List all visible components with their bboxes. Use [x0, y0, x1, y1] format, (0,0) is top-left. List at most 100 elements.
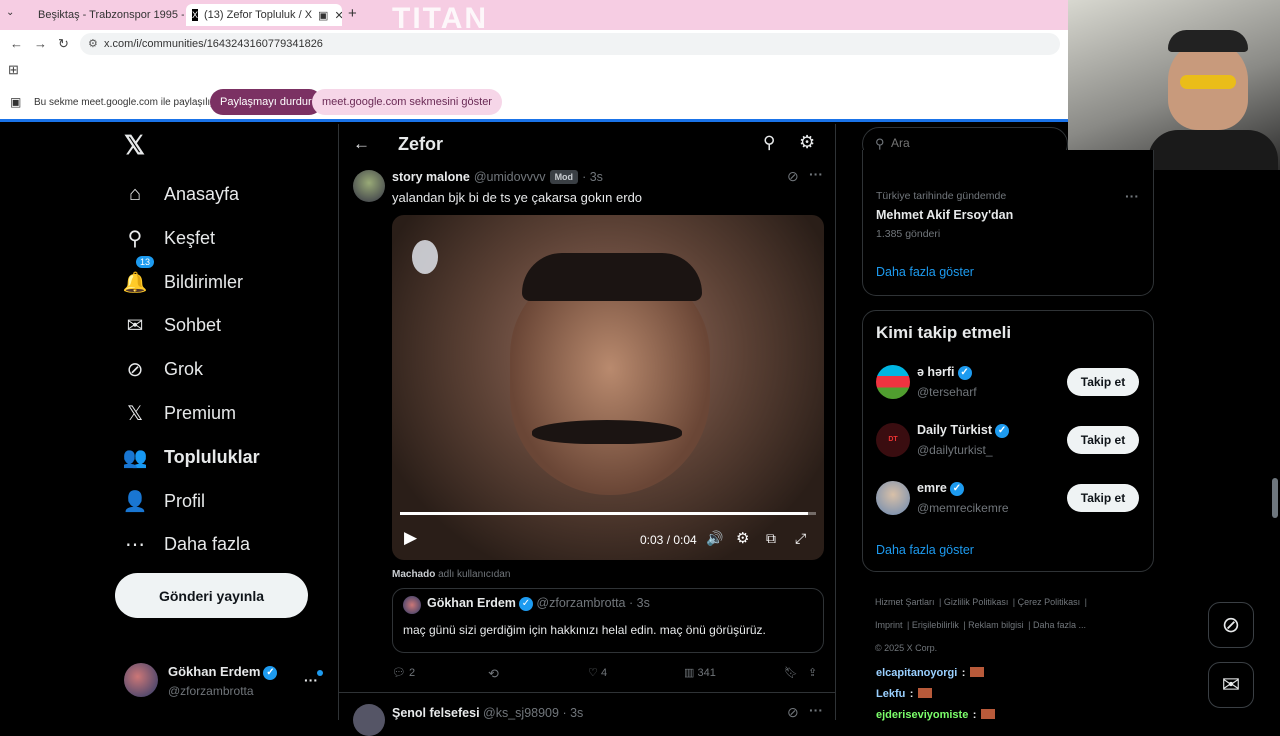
forward-icon[interactable]: →: [34, 36, 47, 51]
show-meet-tab-button[interactable]: meet.google.com sekmesini göster: [312, 89, 502, 115]
quoted-post[interactable]: Gökhan Erdem ✓ @zforzambrotta · 3s maç gü…: [392, 588, 824, 653]
footer-link[interactable]: Hizmet Şartları: [875, 597, 935, 607]
context-user[interactable]: Machado: [392, 569, 435, 580]
back-icon[interactable]: ←: [10, 36, 23, 51]
sidebar-item-keşfet[interactable]: ⚲ Keşfet: [120, 218, 215, 258]
trend-context: Türkiye tarihinde gündemde: [876, 190, 1007, 202]
sidebar-item-daha-fazla[interactable]: ⋯ Daha fazla: [120, 524, 250, 564]
footer-link[interactable]: Gizlilik Politikası: [944, 597, 1009, 607]
x-logo-icon[interactable]: 𝕏: [124, 130, 145, 161]
avatar[interactable]: [353, 170, 385, 202]
search-icon: ⚲: [127, 227, 143, 250]
play-icon[interactable]: ▶: [404, 528, 417, 548]
post-author[interactable]: Şenol felsefesi: [392, 706, 480, 720]
grok-icon[interactable]: ⊘: [787, 704, 799, 721]
more-dots-icon[interactable]: ···: [1125, 188, 1139, 204]
post[interactable]: Şenol felsefesi @ks_sj98909 · 3s ⊘ ···: [339, 700, 835, 736]
sidebar-item-premium[interactable]: 𝕏 Premium: [120, 393, 236, 433]
footer-link[interactable]: Imprint: [875, 620, 903, 630]
follow-button[interactable]: Takip et: [1067, 368, 1139, 396]
reply-button[interactable]: 💬︎ 2: [392, 666, 415, 679]
post[interactable]: story malone @umidovvvv Mod · 3s ⊘ ··· y…: [339, 164, 835, 694]
follow-suggestion[interactable]: ə hərfi ✓ @terseharf Takip et: [863, 363, 1153, 403]
footer-link[interactable]: Erişilebilirlik: [912, 620, 959, 630]
repost-icon[interactable]: ⟲: [488, 666, 499, 682]
post-handle[interactable]: @umidovvvv: [474, 170, 546, 184]
x-favicon-icon: X: [192, 9, 199, 21]
video-settings-icon[interactable]: ⚙: [736, 529, 749, 547]
footer-link[interactable]: Reklam bilgisi: [968, 620, 1024, 630]
more-dots-icon[interactable]: ···: [809, 702, 823, 718]
video-progress-track[interactable]: [400, 512, 816, 515]
footer-link[interactable]: Çerez Politikası: [1018, 597, 1081, 607]
sidebar-item-bildirimler[interactable]: 🔔 13 Bildirimler: [120, 256, 243, 302]
new-tab-icon[interactable]: +: [348, 5, 357, 22]
back-arrow-icon[interactable]: ←: [353, 134, 370, 154]
pip-icon[interactable]: ⧉: [766, 530, 776, 547]
account-switcher[interactable]: Gökhan Erdem ✓ @zforzambrotta ···: [118, 656, 343, 706]
share-status-text: Bu sekme meet.google.com ile paylaşılıyo…: [34, 97, 225, 108]
sidebar-item-label: Profil: [164, 490, 206, 511]
chat-separator: :: [972, 709, 977, 721]
trends-card: Türkiye tarihinde gündemde Mehmet Akif E…: [862, 150, 1154, 296]
more-dots-icon[interactable]: ···: [304, 672, 318, 688]
footer-link[interactable]: Daha fazla ...: [1033, 620, 1086, 630]
browser-tab-active[interactable]: X (13) Zefor Topluluk / X ▣ ✕: [186, 4, 342, 26]
views-icon: ▥: [684, 667, 695, 679]
more-dots-icon[interactable]: ···: [809, 166, 823, 182]
more-circle-icon: ⋯: [125, 533, 145, 556]
sidebar-item-profil[interactable]: 👤 Profil: [120, 481, 205, 521]
url-text: x.com/i/communities/1643243160779341826: [104, 38, 323, 50]
verified-badge-icon: ✓: [518, 596, 533, 611]
sidebar-item-topluluklar[interactable]: 👥 Topluluklar: [120, 437, 260, 477]
sidebar-item-anasayfa[interactable]: ⌂ Anasayfa: [120, 174, 239, 214]
stop-sharing-button[interactable]: Paylaşmayı durdur: [210, 89, 322, 115]
fullscreen-icon[interactable]: ⤢: [795, 530, 806, 547]
notification-dot: [317, 670, 323, 676]
avatar: DT: [876, 423, 910, 457]
messages-fab[interactable]: ✉: [1208, 662, 1254, 708]
search-icon[interactable]: ⚲: [763, 133, 775, 153]
scrollbar-thumb[interactable]: [1272, 478, 1278, 518]
post-author[interactable]: story malone: [392, 170, 470, 184]
video-player[interactable]: ▶ 0:03 / 0:04 🔊 ⚙ ⧉ ⤢: [392, 215, 824, 560]
avatar[interactable]: [353, 704, 385, 736]
views-button[interactable]: ▥ 341: [684, 666, 716, 679]
show-more-link[interactable]: Daha fazla göster: [876, 265, 974, 279]
user-handle: @memrecikemre: [917, 501, 1009, 515]
bookmark-icon[interactable]: 🔖︎: [784, 666, 798, 679]
sidebar-item-grok[interactable]: ⊘ Grok: [120, 349, 203, 389]
settings-icon[interactable]: ⚙: [799, 132, 815, 153]
sidebar-item-sohbet[interactable]: ✉ Sohbet: [120, 305, 221, 345]
post-button[interactable]: Gönderi yayınla: [115, 573, 308, 618]
grok-icon[interactable]: ⊘: [787, 168, 799, 185]
card-title: Kimi takip etmeli: [876, 323, 1012, 342]
follow-button[interactable]: Takip et: [1067, 426, 1139, 454]
apps-grid-icon[interactable]: ⊞: [8, 62, 19, 78]
search-input[interactable]: [891, 136, 1051, 150]
post-handle[interactable]: @ks_sj98909: [483, 706, 559, 720]
tab-list-icon[interactable]: ⌄: [6, 7, 14, 18]
close-icon[interactable]: ✕: [334, 9, 342, 22]
quote-author: Gökhan Erdem: [427, 596, 516, 610]
communities-icon: 👥: [122, 446, 148, 469]
volume-icon[interactable]: 🔊: [706, 530, 723, 547]
trend-item[interactable]: Türkiye tarihinde gündemde Mehmet Akif E…: [876, 190, 1136, 246]
follow-suggestion[interactable]: DT Daily Türkist ✓ @dailyturkist_ Takip e…: [863, 421, 1153, 461]
follow-suggestion[interactable]: emre ✓ @memrecikemre Takip et: [863, 479, 1153, 519]
share-icon[interactable]: ⇪: [808, 666, 817, 679]
chat-message: ejderiseviyomiste :: [876, 704, 995, 725]
quote-time: · 3s: [629, 596, 650, 610]
like-button[interactable]: ♡ 4: [588, 666, 607, 679]
show-more-link[interactable]: Daha fazla göster: [876, 543, 974, 557]
grok-fab[interactable]: ⊘: [1208, 602, 1254, 648]
site-info-icon[interactable]: ⚙: [88, 37, 98, 50]
reload-icon[interactable]: ↻: [58, 36, 69, 52]
sidebar-item-label: Grok: [164, 358, 204, 379]
url-field[interactable]: ⚙ x.com/i/communities/164324316077934182…: [80, 33, 1060, 55]
follow-button[interactable]: Takip et: [1067, 484, 1139, 512]
reply-count: 2: [409, 667, 416, 679]
browser-tab[interactable]: Beşiktaş - Trabzonspor 1995 - 9 ✕: [26, 4, 184, 26]
tab-title: Beşiktaş - Trabzonspor 1995 - 9: [38, 9, 184, 21]
grok-icon: ⊘: [126, 358, 144, 381]
